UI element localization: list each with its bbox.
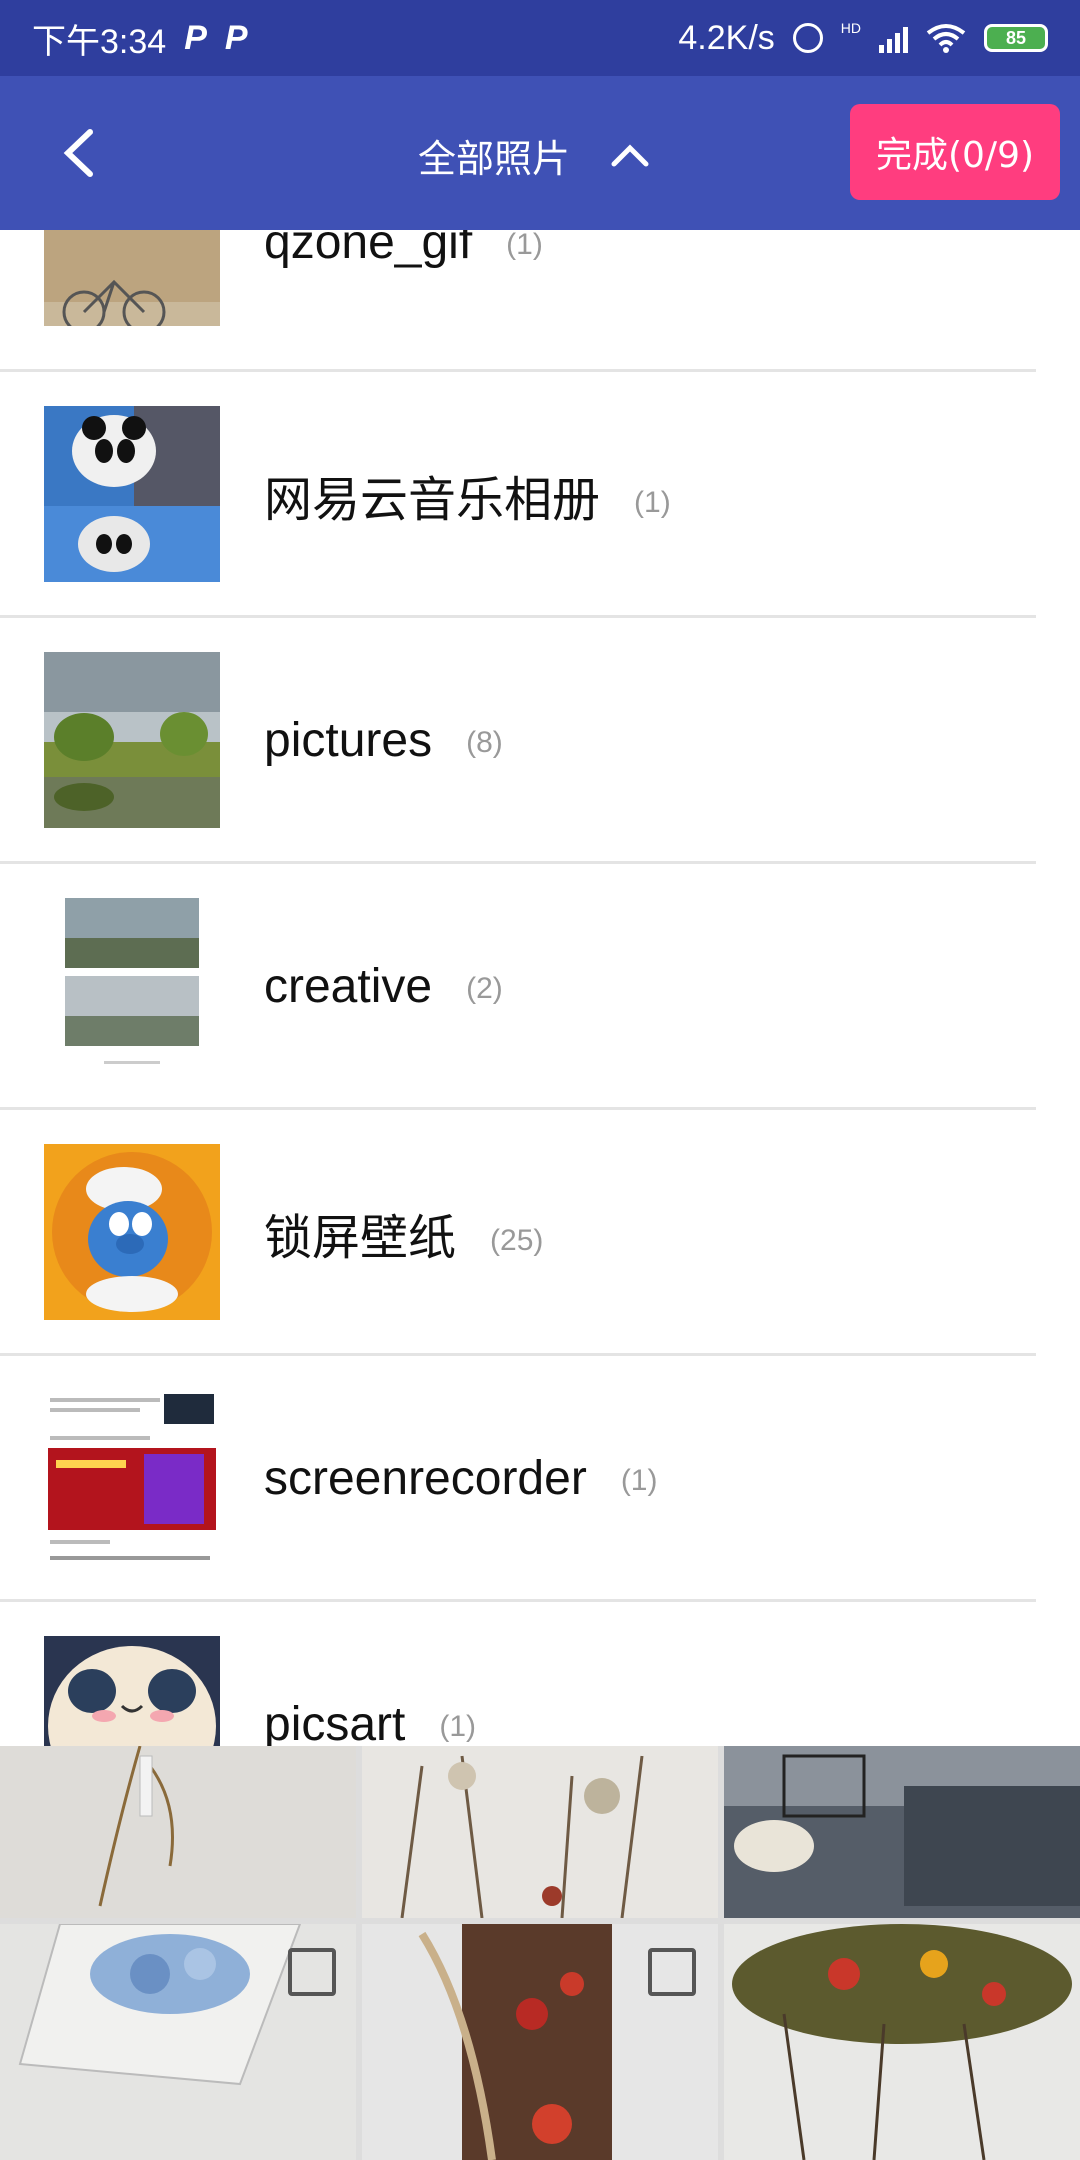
- album-row-qzone-gif[interactable]: qzone_gif (1): [0, 230, 1080, 355]
- album-count: (1): [620, 1464, 658, 1497]
- album-row-lockscreen[interactable]: 锁屏壁纸 (25): [0, 1110, 1080, 1355]
- status-bar: 下午3:34 P P 4.2K/s HD 85: [0, 0, 1080, 76]
- album-name: creative: [264, 960, 433, 1013]
- album-thumbnail: [44, 898, 220, 1074]
- album-count: (25): [490, 1223, 544, 1257]
- album-row-screenrecorder[interactable]: screenrecorder (1): [0, 1356, 1080, 1601]
- done-button[interactable]: 完成(0/9): [850, 104, 1060, 200]
- album-count: (1): [439, 1710, 477, 1743]
- app-bar: 全部照片 完成(0/9): [0, 76, 1080, 230]
- signal-icon: [879, 23, 908, 53]
- parking-notification-icon-2: P: [224, 18, 248, 57]
- album-row-creative[interactable]: creative (2): [0, 864, 1080, 1109]
- status-left: 下午3:34 P P: [32, 14, 248, 63]
- wifi-icon: [926, 24, 966, 53]
- album-name-row: creative (2): [264, 959, 503, 1014]
- album-name: 网易云音乐相册: [264, 473, 601, 527]
- album-name: 锁屏壁纸: [264, 1211, 457, 1265]
- album-name-row: picsart (1): [264, 1697, 476, 1746]
- battery-icon: 85: [984, 24, 1048, 52]
- photo-thumbnail[interactable]: [0, 1746, 356, 1918]
- album-name: picsart: [264, 1698, 406, 1746]
- album-count: (8): [466, 726, 503, 759]
- album-row-picsart[interactable]: picsart (1): [0, 1602, 1080, 1746]
- status-time: 下午3:34: [32, 22, 167, 61]
- album-thumbnail: [44, 1636, 220, 1746]
- album-row-pictures[interactable]: pictures (8): [0, 618, 1080, 863]
- photo-thumbnail[interactable]: [724, 1746, 1080, 1918]
- album-selector[interactable]: 全部照片: [418, 128, 650, 183]
- album-name-row: 锁屏壁纸 (25): [264, 1198, 543, 1268]
- alarm-icon: [792, 23, 823, 53]
- album-row-netease[interactable]: 网易云音乐相册 (1): [0, 372, 1080, 617]
- album-thumbnail: [44, 1390, 220, 1566]
- status-right: 4.2K/s HD 85: [678, 19, 1048, 58]
- hd-indicator: HD: [840, 20, 861, 36]
- album-thumbnail: [44, 406, 220, 582]
- photo-thumbnail[interactable]: [362, 1746, 718, 1918]
- album-name: pictures: [264, 714, 433, 767]
- album-thumbnail: [44, 230, 220, 326]
- album-name-row: screenrecorder (1): [264, 1451, 657, 1506]
- back-arrow-icon[interactable]: [56, 128, 106, 178]
- select-checkbox[interactable]: [648, 1948, 696, 1996]
- network-speed: 4.2K/s: [678, 18, 775, 57]
- photo-thumbnail[interactable]: [362, 1924, 718, 2160]
- album-thumbnail: [44, 652, 220, 828]
- chevron-up-icon: [611, 143, 649, 166]
- photo-thumbnail[interactable]: [0, 1924, 356, 2160]
- album-name: qzone_gif: [264, 230, 473, 269]
- album-list: qzone_gif (1) 网易云音乐相册 (1) pictures (8) c…: [0, 230, 1080, 1746]
- album-count: (1): [506, 230, 543, 261]
- album-name-row: 网易云音乐相册 (1): [264, 460, 671, 530]
- album-name: screenrecorder: [264, 1452, 587, 1505]
- parking-notification-icon: P: [184, 18, 207, 57]
- album-thumbnail: [44, 1144, 220, 1320]
- page-title: 全部照片: [418, 137, 571, 181]
- album-name-row: pictures (8): [264, 713, 503, 768]
- photo-thumbnail[interactable]: [724, 1924, 1080, 2160]
- album-count: (1): [634, 485, 671, 519]
- album-name-row: qzone_gif (1): [264, 230, 543, 270]
- select-checkbox[interactable]: [288, 1948, 336, 1996]
- photo-grid: [0, 1746, 1080, 2160]
- album-count: (2): [466, 972, 503, 1005]
